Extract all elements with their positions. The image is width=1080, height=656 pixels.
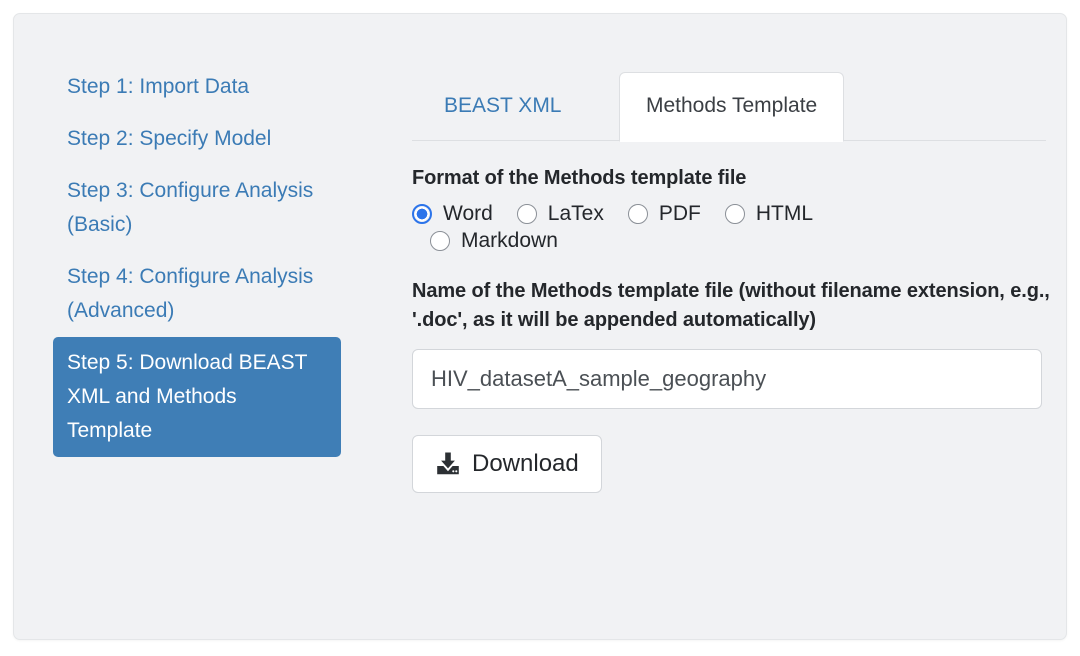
radio-label-pdf: PDF	[659, 203, 701, 224]
filename-field-label: Name of the Methods template file (witho…	[412, 277, 1052, 335]
download-tray-icon	[435, 451, 461, 477]
radio-label-latex: LaTex	[548, 203, 604, 224]
tab-beast-xml[interactable]: BEAST XML	[429, 72, 577, 141]
radio-option-pdf[interactable]: PDF	[628, 203, 701, 224]
format-radio-group: Word LaTex PDF HTML Markdown	[412, 203, 932, 251]
radio-option-word[interactable]: Word	[412, 203, 493, 224]
radio-label-markdown: Markdown	[461, 230, 558, 251]
radio-label-html: HTML	[756, 203, 813, 224]
step-navigation-sidebar: Step 1: Import Data Step 2: Specify Mode…	[53, 61, 358, 457]
radio-button-latex[interactable]	[517, 204, 537, 224]
radio-option-latex[interactable]: LaTex	[517, 203, 604, 224]
methods-template-panel: Format of the Methods template file Word…	[412, 164, 1052, 493]
sidebar-item-step-1[interactable]: Step 1: Import Data	[53, 61, 358, 113]
sidebar-item-step-5[interactable]: Step 5: Download BEAST XML and Methods T…	[53, 337, 341, 457]
radio-option-markdown[interactable]: Markdown	[430, 230, 558, 251]
tab-methods-template[interactable]: Methods Template	[619, 72, 844, 142]
radio-label-word: Word	[443, 203, 493, 224]
radio-option-html[interactable]: HTML	[725, 203, 813, 224]
radio-button-word[interactable]	[412, 204, 432, 224]
sidebar-item-step-3[interactable]: Step 3: Configure Analysis (Basic)	[53, 165, 341, 251]
app-panel: Step 1: Import Data Step 2: Specify Mode…	[13, 13, 1067, 640]
format-field-label: Format of the Methods template file	[412, 164, 1052, 193]
format-radio-row-primary: Word LaTex PDF HTML	[412, 203, 932, 224]
download-button-label: Download	[472, 452, 579, 476]
format-radio-row-secondary: Markdown	[412, 230, 932, 251]
radio-button-html[interactable]	[725, 204, 745, 224]
radio-button-pdf[interactable]	[628, 204, 648, 224]
filename-input[interactable]	[412, 349, 1042, 409]
tab-bar: BEAST XML Methods Template	[412, 66, 1046, 141]
sidebar-item-step-2[interactable]: Step 2: Specify Model	[53, 113, 341, 165]
radio-button-markdown[interactable]	[430, 231, 450, 251]
download-button[interactable]: Download	[412, 435, 602, 493]
sidebar-item-step-4[interactable]: Step 4: Configure Analysis (Advanced)	[53, 251, 341, 337]
